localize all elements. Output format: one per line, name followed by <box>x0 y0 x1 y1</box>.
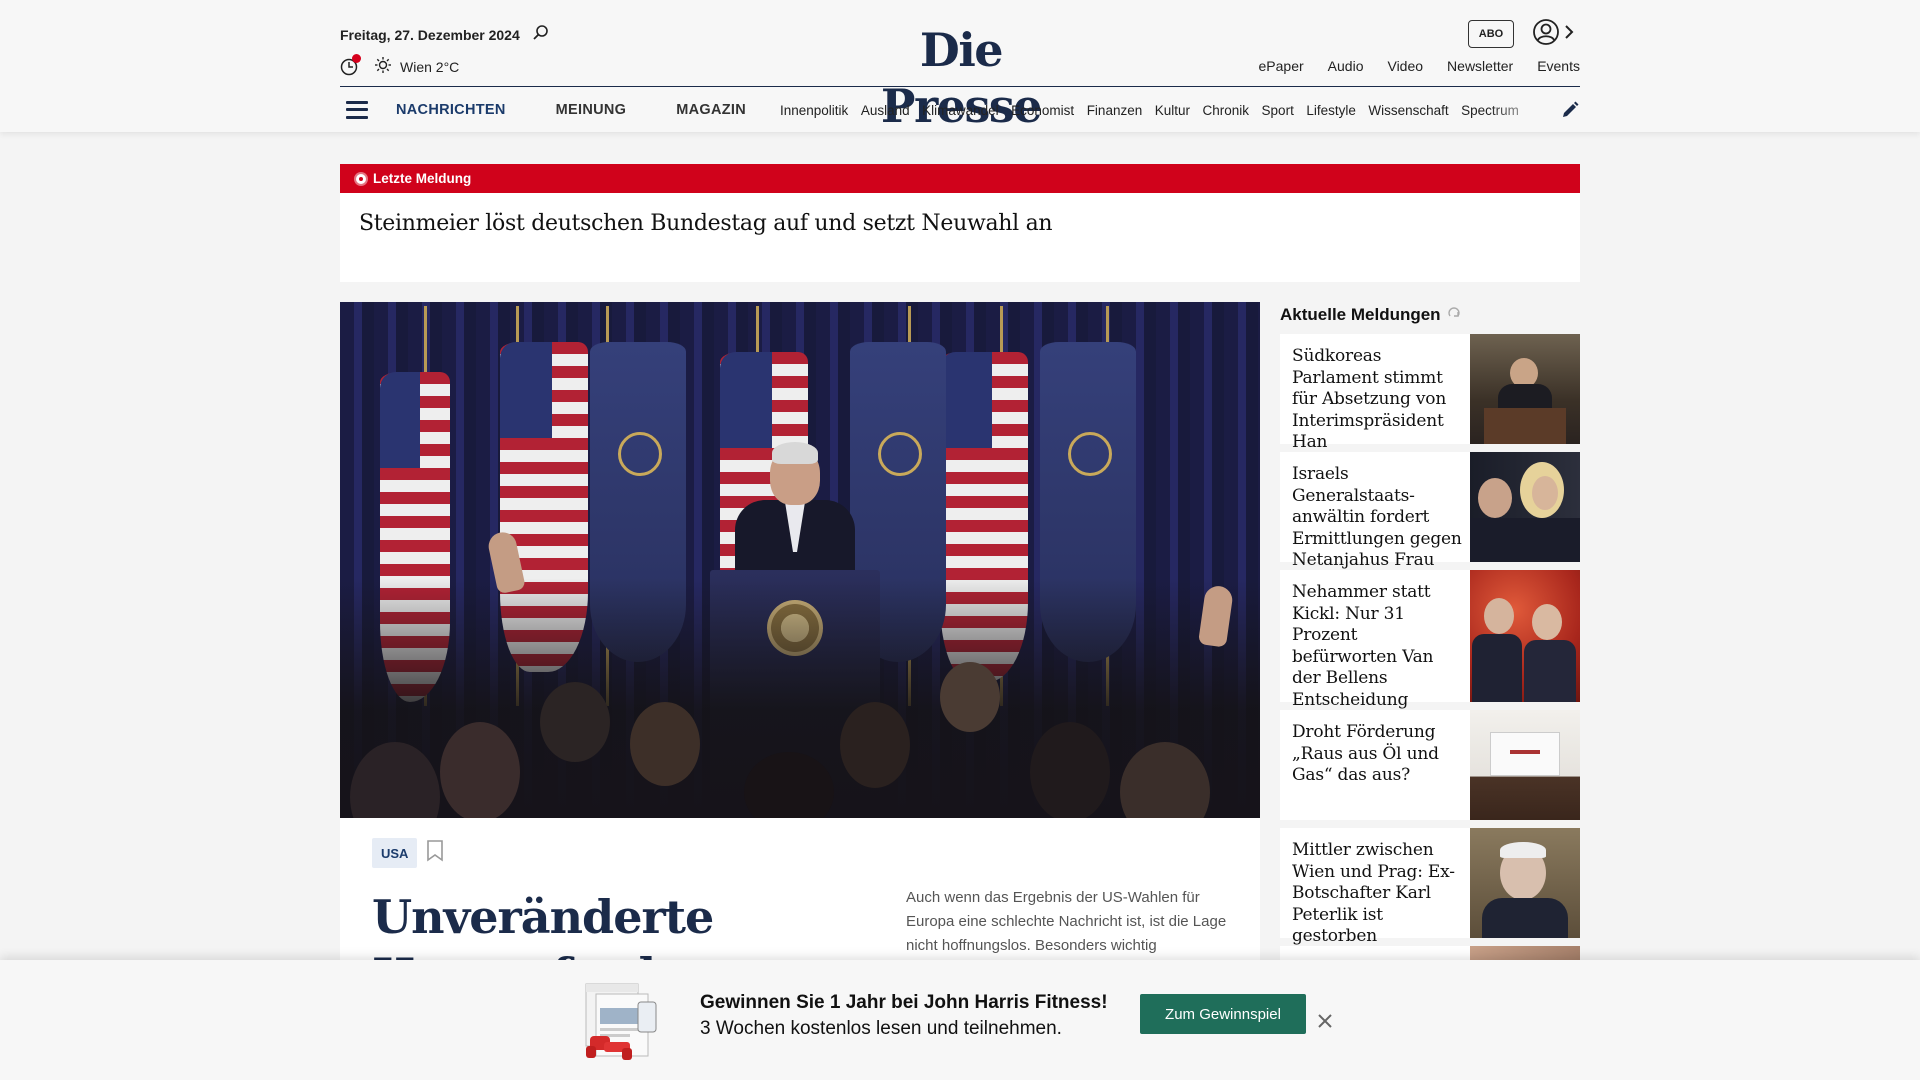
news-item-title[interactable]: Mittler zwischen Wien und Prag: Ex-Botsc… <box>1280 828 1470 946</box>
list-item[interactable]: Mittler zwischen Wien und Prag: Ex-Botsc… <box>1280 828 1580 946</box>
weather-text: Wien 2°C <box>400 58 460 75</box>
news-item-title[interactable]: Israels Generalstaats­anwältin fordert E… <box>1280 452 1470 570</box>
news-item-thumbnail[interactable] <box>1470 570 1580 702</box>
news-item-title[interactable]: Südkoreas Parlament stimmt für Absetzung… <box>1280 334 1470 452</box>
latest-news-list: Südkoreas Parlament stimmt für Absetzung… <box>1280 334 1580 1002</box>
weather-line: Wien 2°C <box>340 53 460 77</box>
chevron-right-icon[interactable] <box>1564 24 1574 45</box>
sub-nav: Innenpolitik Ausland Klimawandel Economi… <box>780 87 1550 133</box>
sub-nav-ausland[interactable]: Ausland <box>861 103 910 118</box>
top-link-events[interactable]: Events <box>1537 58 1580 74</box>
hamburger-menu-icon[interactable] <box>346 100 368 119</box>
top-link-audio[interactable]: Audio <box>1328 58 1364 74</box>
sub-nav-finanzen[interactable]: Finanzen <box>1087 103 1143 118</box>
top-link-epaper[interactable]: ePaper <box>1259 58 1304 74</box>
promo-cta-button[interactable]: Zum Gewinnspiel <box>1140 994 1306 1034</box>
nav-nachrichten[interactable]: NACHRICHTEN <box>396 102 506 118</box>
live-dot-icon <box>356 173 366 184</box>
promo-title: Gewinnen Sie 1 Jahr bei John Harris Fitn… <box>700 992 1108 1013</box>
bookmark-icon[interactable] <box>426 840 444 867</box>
sub-nav-kultur[interactable]: Kultur <box>1155 103 1190 118</box>
lead-article[interactable]: USA Unveränderte Herausforderungen Auch … <box>340 302 1260 1002</box>
latest-news-sidebar: Aktuelle Meldungen Südkoreas Parlament s… <box>1280 302 1580 1002</box>
sub-nav-innenpolitik[interactable]: Innenpolitik <box>780 103 848 118</box>
top-link-video[interactable]: Video <box>1387 58 1423 74</box>
news-item-thumbnail[interactable] <box>1470 334 1580 444</box>
list-item[interactable]: Israels Generalstaats­anwältin fordert E… <box>1280 452 1580 570</box>
main-navigation: NACHRICHTEN MEINUNG MAGAZIN Innenpolitik… <box>340 86 1580 132</box>
list-item[interactable]: Südkoreas Parlament stimmt für Absetzung… <box>1280 334 1580 452</box>
breaking-news-bar: Letzte Meldung <box>340 164 1580 193</box>
promo-banner: Gewinnen Sie 1 Jahr bei John Harris Fitn… <box>0 960 1920 1080</box>
latest-news-title: Aktuelle Meldungen <box>1280 302 1580 328</box>
sub-nav-lifestyle[interactable]: Lifestyle <box>1306 103 1356 118</box>
list-item[interactable]: Nehammer statt Kickl: Nur 31 Prozent bef… <box>1280 570 1580 710</box>
notification-dot <box>352 53 361 63</box>
breaking-news-label: Letzte Meldung <box>373 171 472 186</box>
close-icon[interactable] <box>1316 1012 1334 1035</box>
refresh-icon <box>1447 305 1461 325</box>
sun-icon <box>374 56 392 77</box>
news-item-thumbnail[interactable] <box>1470 710 1580 820</box>
sub-nav-sport[interactable]: Sport <box>1262 103 1294 118</box>
sub-nav-spectrum[interactable]: Spectrum <box>1461 103 1519 118</box>
news-item-thumbnail[interactable] <box>1470 828 1580 938</box>
news-item-thumbnail[interactable] <box>1470 452 1580 562</box>
breaking-news-headline[interactable]: Steinmeier löst deutschen Bundestag auf … <box>340 193 1580 236</box>
lead-teaser: Auch wenn das Ergebnis der US-Wahlen für… <box>906 889 1227 954</box>
lead-article-image[interactable] <box>340 302 1260 818</box>
user-menu[interactable] <box>1532 18 1574 51</box>
top-link-newsletter[interactable]: Newsletter <box>1447 58 1513 74</box>
news-item-title[interactable]: Nehammer statt Kickl: Nur 31 Prozent bef… <box>1280 570 1470 710</box>
sub-nav-chronik[interactable]: Chronik <box>1203 103 1250 118</box>
clock-notification-icon[interactable] <box>340 53 361 76</box>
top-links: ePaper Audio Video Newsletter Events <box>1259 58 1580 74</box>
breaking-news-box[interactable]: Letzte Meldung Steinmeier löst deutschen… <box>340 164 1580 282</box>
category-tag[interactable]: USA <box>372 838 418 868</box>
sub-nav-economist[interactable]: Economist <box>1011 103 1074 118</box>
sub-nav-wissenschaft[interactable]: Wissenschaft <box>1368 103 1448 118</box>
search-icon[interactable] <box>532 24 550 45</box>
user-icon[interactable] <box>1532 18 1560 51</box>
news-item-title[interactable]: Droht Förderung „Raus aus Öl und Gas“ da… <box>1280 710 1470 820</box>
promo-text: Gewinnen Sie 1 Jahr bei John Harris Fitn… <box>700 990 1108 1042</box>
date-line: Freitag, 27. Dezember 2024 <box>340 24 550 45</box>
list-item[interactable]: Droht Förderung „Raus aus Öl und Gas“ da… <box>1280 710 1580 820</box>
pencil-icon[interactable] <box>1560 100 1580 125</box>
sub-nav-klimawandel[interactable]: Klimawandel <box>922 103 999 118</box>
current-date: Freitag, 27. Dezember 2024 <box>340 26 520 43</box>
site-header: Freitag, 27. Dezember 2024 Wien 2°C Die … <box>0 0 1920 133</box>
latest-news-heading: Aktuelle Meldungen <box>1280 305 1441 324</box>
main-nav: NACHRICHTEN MEINUNG MAGAZIN <box>396 102 746 118</box>
promo-image <box>578 978 662 1062</box>
nav-magazin[interactable]: MAGAZIN <box>676 102 746 118</box>
abo-button[interactable]: ABO <box>1468 20 1514 48</box>
header-inner: Freitag, 27. Dezember 2024 Wien 2°C Die … <box>340 0 1580 133</box>
promo-subtitle: 3 Wochen kostenlos lesen und teilnehmen. <box>700 1018 1062 1039</box>
nav-meinung[interactable]: MEINUNG <box>556 102 627 118</box>
